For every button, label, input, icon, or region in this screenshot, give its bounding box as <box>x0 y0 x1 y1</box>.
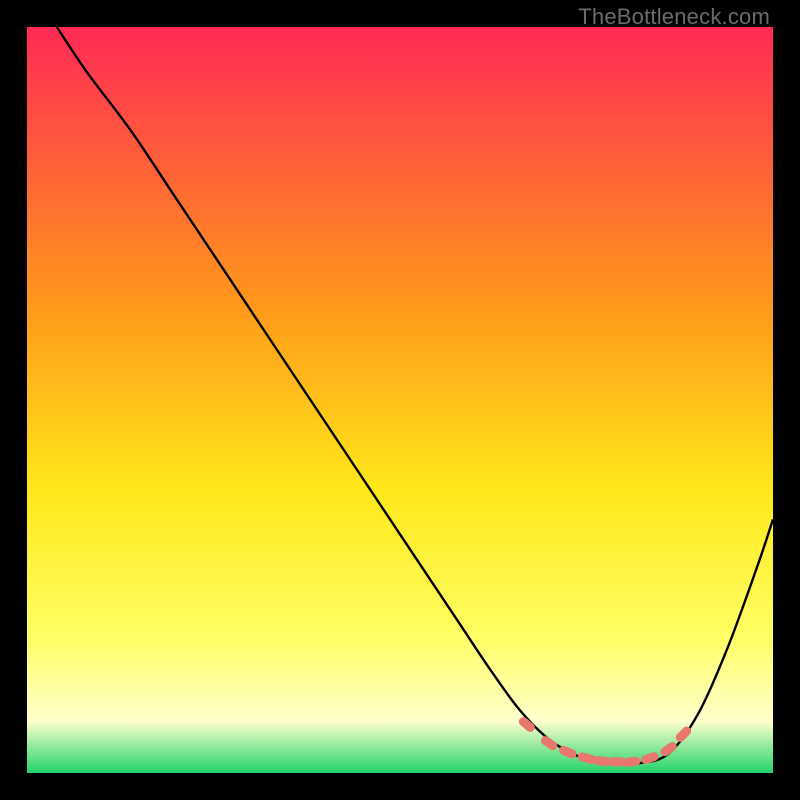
gradient-background <box>27 27 773 773</box>
chart-frame: TheBottleneck.com <box>0 0 800 800</box>
plot-area <box>27 27 773 773</box>
chart-svg <box>27 27 773 773</box>
